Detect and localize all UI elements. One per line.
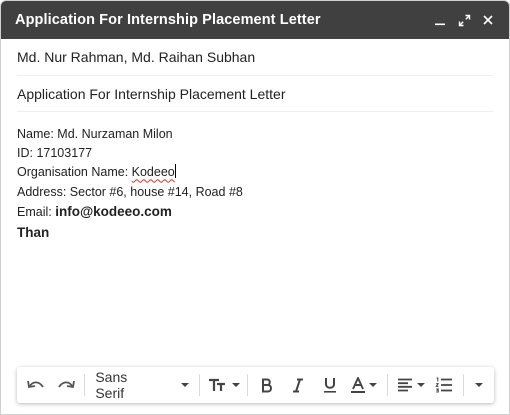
underline-icon[interactable] bbox=[314, 371, 346, 399]
chevron-down-icon bbox=[416, 383, 425, 387]
recipients-text: Md. Nur Rahman, Md. Raihan Subhan bbox=[17, 49, 256, 65]
text-cursor bbox=[174, 164, 176, 179]
redo-icon[interactable] bbox=[51, 371, 81, 399]
body-organisation-line: Organisation Name: Kodeeo bbox=[17, 163, 493, 182]
compose-titlebar[interactable]: Application For Internship Placement Let… bbox=[1, 1, 509, 39]
subject-field[interactable]: Application For Internship Placement Let… bbox=[17, 76, 493, 112]
formatting-toolbar: Sans Serif bbox=[17, 367, 494, 403]
body-email-line: Email: info@kodeeo.com bbox=[17, 202, 493, 222]
toolbar-divider bbox=[247, 374, 249, 396]
minimize-icon[interactable] bbox=[433, 13, 447, 27]
bold-icon[interactable] bbox=[252, 371, 282, 399]
organisation-label: Organisation Name: bbox=[17, 165, 132, 180]
chevron-down-icon bbox=[369, 383, 378, 387]
body-than-line: Than bbox=[17, 225, 50, 241]
subject-text: Application For Internship Placement Let… bbox=[17, 85, 286, 102]
align-icon[interactable] bbox=[392, 371, 430, 399]
more-formatting-icon[interactable] bbox=[468, 371, 490, 399]
body-address-line: Address: Sector #6, house #14, Road #8 bbox=[17, 184, 243, 199]
undo-icon[interactable] bbox=[21, 371, 51, 399]
chevron-down-icon bbox=[180, 383, 189, 387]
chevron-down-icon bbox=[475, 383, 484, 387]
numbered-list-icon[interactable] bbox=[430, 371, 460, 399]
text-size-icon[interactable] bbox=[204, 371, 244, 399]
toolbar-divider bbox=[198, 374, 200, 396]
body-id-line: ID: 17103177 bbox=[17, 146, 93, 161]
body-name-line: Name: Md. Nurzaman Milon bbox=[17, 127, 173, 141]
email-value: info@kodeeo.com bbox=[55, 203, 172, 219]
organisation-value: Kodeeo bbox=[131, 165, 175, 180]
window-controls bbox=[433, 13, 495, 27]
compose-title: Application For Internship Placement Let… bbox=[15, 12, 321, 28]
toolbar-divider bbox=[387, 374, 388, 396]
toolbar-divider bbox=[84, 374, 86, 396]
expand-icon[interactable] bbox=[457, 13, 471, 27]
recipients-field[interactable]: Md. Nur Rahman, Md. Raihan Subhan bbox=[17, 39, 493, 76]
toolbar-divider bbox=[463, 374, 465, 396]
font-family-select[interactable]: Sans Serif bbox=[89, 369, 195, 401]
font-family-value: Sans Serif bbox=[95, 369, 128, 401]
text-color-icon[interactable] bbox=[345, 371, 383, 399]
email-label: Email: bbox=[17, 204, 56, 219]
close-icon[interactable] bbox=[481, 13, 495, 27]
message-body[interactable]: Name: Md. Nurzaman Milon ID: 17103177 Or… bbox=[1, 112, 509, 242]
compose-window: Application For Internship Placement Let… bbox=[0, 0, 510, 415]
chevron-down-icon bbox=[231, 383, 240, 387]
italic-icon[interactable] bbox=[282, 371, 314, 399]
